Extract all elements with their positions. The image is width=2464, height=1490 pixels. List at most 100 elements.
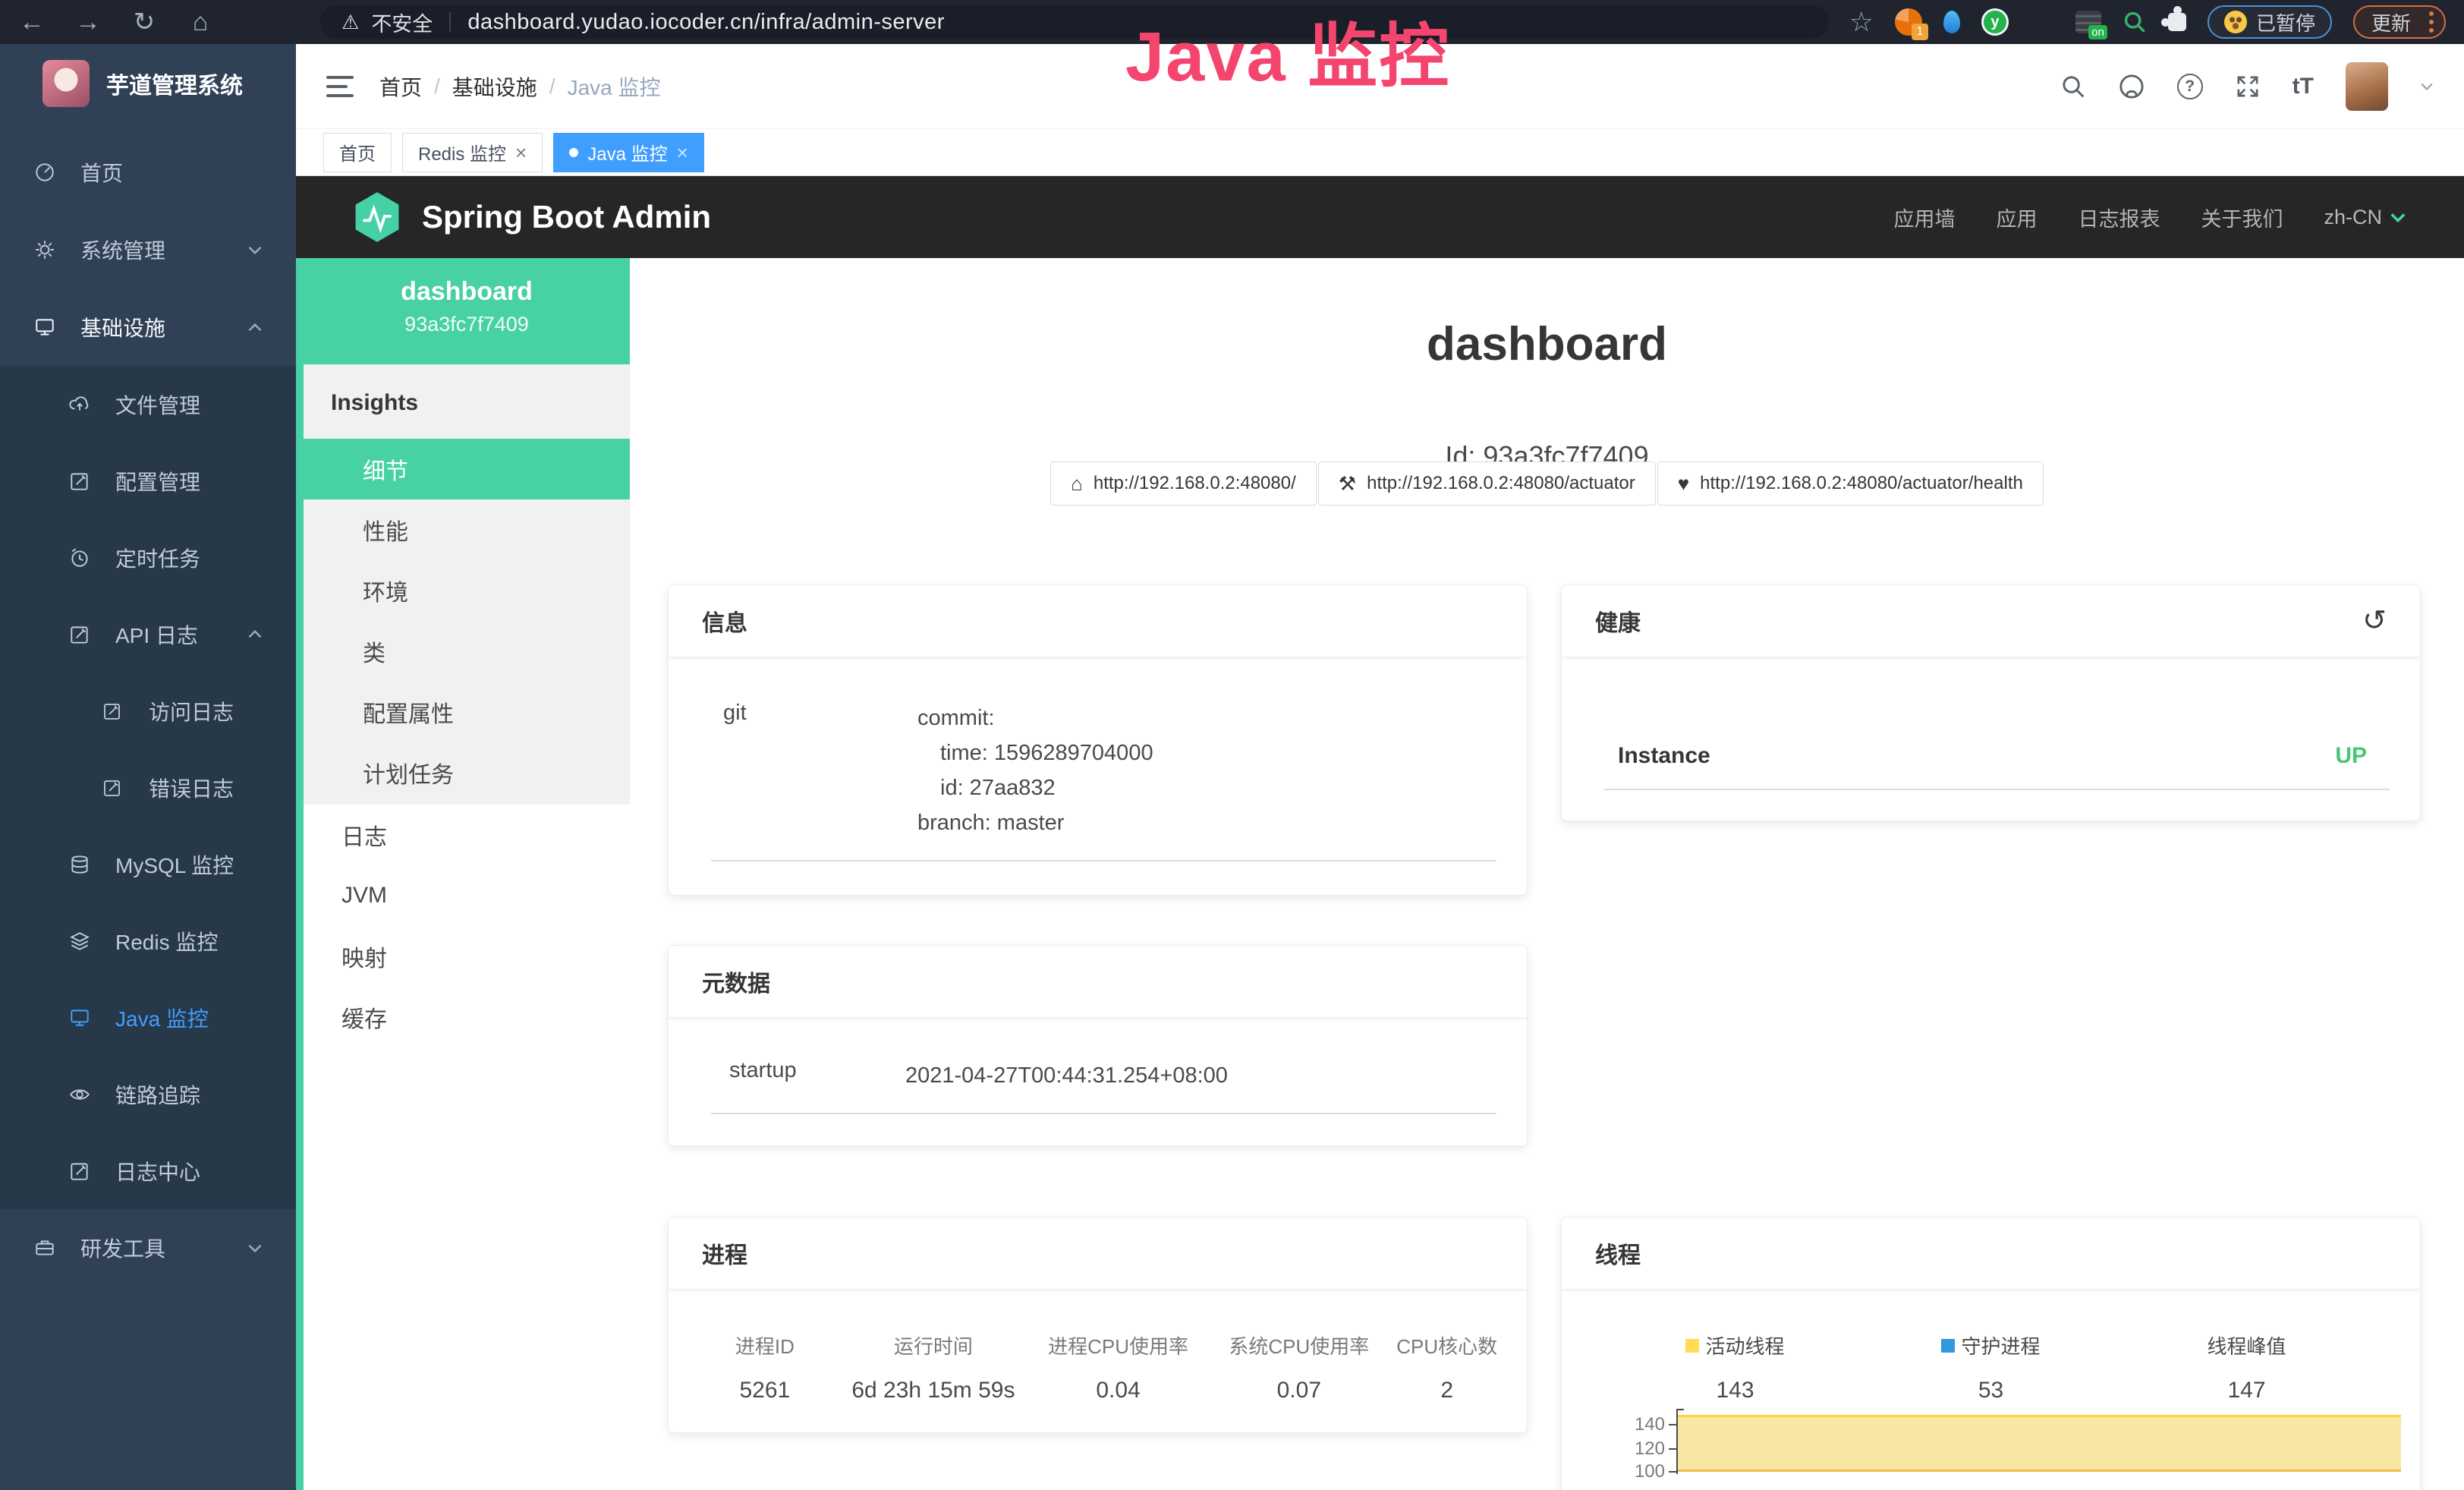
extension-pin-icon[interactable] <box>1943 11 1960 33</box>
forward-icon[interactable]: → <box>74 9 102 35</box>
sba-item-mappings[interactable]: 映射 <box>304 926 630 987</box>
sidebar-item-infrastructure[interactable]: 基础设施 <box>0 288 296 366</box>
layers-icon <box>68 930 96 953</box>
extension-magnifier-icon[interactable] <box>2123 10 2147 34</box>
log-icon <box>102 777 129 799</box>
hamburger-icon[interactable] <box>326 76 354 97</box>
column-header: 进程ID <box>687 1331 843 1359</box>
sidebar-item-scheduled-jobs[interactable]: 定时任务 <box>0 519 296 596</box>
url-text[interactable]: dashboard.yudao.iocoder.cn/infra/admin-s… <box>467 10 945 35</box>
font-size-icon[interactable]: tT <box>2292 74 2314 99</box>
sidebar-item-tracing[interactable]: 链路追踪 <box>0 1056 296 1132</box>
status-badge: UP <box>2335 743 2367 769</box>
process-card: 进程 进程ID 运行时间 进程CPU使用率 系统CPU使用率 CPU核心数 52… <box>668 1217 1528 1433</box>
sidebar-item-redis-monitor[interactable]: Redis 监控 <box>0 903 296 979</box>
sidebar-item-java-monitor[interactable]: Java 监控 <box>0 979 296 1056</box>
sba-item-jvm[interactable]: JVM <box>304 865 630 926</box>
back-icon[interactable]: ← <box>18 9 46 35</box>
paused-profile-chip[interactable]: 已暂停 <box>2208 5 2332 39</box>
heartbeat-icon: ♥ <box>1678 474 1689 493</box>
endpoint-buttons: ⌂ http://192.168.0.2:48080/ ⚒ http://192… <box>630 461 2464 506</box>
tab-java-monitor[interactable]: Java 监控 × <box>553 133 704 172</box>
extensions-puzzle-icon[interactable] <box>2168 13 2186 31</box>
infrastructure-submenu: 文件管理 配置管理 定时任务 <box>0 366 296 1209</box>
cloud-upload-icon <box>68 393 96 416</box>
brand[interactable]: 芋道管理系统 <box>0 44 296 123</box>
sba-title[interactable]: Spring Boot Admin <box>422 199 711 235</box>
git-branch-line: branch: master <box>917 805 1493 840</box>
sba-item-environment[interactable]: 环境 <box>304 560 630 621</box>
sba-item-logs[interactable]: 日志 <box>304 805 630 865</box>
help-icon[interactable]: ? <box>2177 74 2203 99</box>
extension-grid-icon[interactable] <box>2030 10 2054 34</box>
pin-glyph <box>1943 11 1960 33</box>
tab-label: 首页 <box>339 139 376 165</box>
close-icon[interactable]: × <box>677 143 688 162</box>
close-icon[interactable]: × <box>515 143 527 162</box>
extension-on-badge: on <box>2088 25 2107 39</box>
sba-nav-about[interactable]: 关于我们 <box>2201 203 2283 232</box>
tab-redis-monitor[interactable]: Redis 监控 × <box>402 133 543 172</box>
sba-nav-wallboard[interactable]: 应用墙 <box>1893 203 1955 232</box>
sidebar-item-access-logs[interactable]: 访问日志 <box>0 673 296 749</box>
extension-orange-icon[interactable]: 1 <box>1895 8 1922 36</box>
breadcrumb-infrastructure[interactable]: 基础设施 <box>452 71 537 102</box>
sidebar-item-log-center[interactable]: 日志中心 <box>0 1132 296 1209</box>
sidebar-item-dev-tools[interactable]: 研发工具 <box>0 1209 296 1287</box>
admin-sidebar: 芋道管理系统 首页 系统管理 <box>0 44 296 1490</box>
extension-list-icon[interactable]: on <box>2075 11 2101 33</box>
sba-nav-applications[interactable]: 应用 <box>1996 203 2037 232</box>
sba-nav-journal[interactable]: 日志报表 <box>2078 203 2160 232</box>
browser-menu-icon[interactable] <box>2429 11 2434 33</box>
health-card: 健康 ↺ Instance UP <box>1561 584 2421 821</box>
avatar[interactable] <box>2346 62 2388 111</box>
history-icon[interactable]: ↺ <box>2362 606 2387 635</box>
sba-item-scheduled-tasks[interactable]: 计划任务 <box>304 742 630 803</box>
breadcrumb-home[interactable]: 首页 <box>379 71 422 102</box>
chevron-down-icon <box>2390 212 2406 223</box>
tab-home[interactable]: 首页 <box>323 133 392 172</box>
spring-boot-admin-logo[interactable] <box>354 191 401 244</box>
main-column: 首页 / 基础设施 / Java 监控 ? tT <box>296 44 2464 1490</box>
sidebar-item-system[interactable]: 系统管理 <box>0 211 296 288</box>
locale-selector[interactable]: zh-CN <box>2324 206 2406 229</box>
info-git-row: git commit: time: 1596289704000 id: 27aa… <box>669 658 1527 840</box>
sba-item-metrics[interactable]: 性能 <box>304 499 630 560</box>
sba-item-details[interactable]: 细节 <box>304 439 630 499</box>
address-bar[interactable]: ⚠ 不安全 dashboard.yudao.iocoder.cn/infra/a… <box>320 5 1829 39</box>
sidebar-item-home[interactable]: 首页 <box>0 134 296 211</box>
actuator-url-button[interactable]: ⚒ http://192.168.0.2:48080/actuator <box>1318 461 1656 506</box>
sba-item-config-props[interactable]: 配置属性 <box>304 682 630 742</box>
metadata-card: 元数据 startup 2021-04-27T00:44:31.254+08:0… <box>668 945 1528 1146</box>
annotation-text: Java 监控 <box>1125 0 1450 101</box>
extension-y-icon[interactable]: y <box>1981 8 2009 36</box>
legend-value: 53 <box>1863 1378 2119 1403</box>
info-card-title: 信息 <box>669 585 1527 658</box>
health-url-button[interactable]: ♥ http://192.168.0.2:48080/actuator/heal… <box>1657 461 2044 506</box>
sidebar-item-label: 日志中心 <box>115 1156 200 1186</box>
legend-peak: 线程峰值 147 <box>2119 1331 2374 1403</box>
home-icon[interactable]: ⌂ <box>187 9 214 35</box>
git-time-line: time: 1596289704000 <box>917 736 1493 770</box>
search-icon[interactable] <box>2060 74 2086 99</box>
sidebar-item-config-management[interactable]: 配置管理 <box>0 443 296 519</box>
fullscreen-icon[interactable] <box>2235 74 2261 99</box>
health-instance-row[interactable]: Instance UP <box>1562 658 2420 769</box>
bookmark-star-icon[interactable]: ☆ <box>1849 8 1874 36</box>
sidebar-item-error-logs[interactable]: 错误日志 <box>0 749 296 826</box>
insights-group-label: Insights <box>304 364 630 439</box>
dashboard-icon <box>33 161 61 184</box>
sidebar-item-mysql-monitor[interactable]: MySQL 监控 <box>0 826 296 903</box>
chevron-down-icon[interactable] <box>2420 82 2434 91</box>
sidebar-item-api-logs[interactable]: API 日志 <box>0 596 296 673</box>
sidebar-item-file-management[interactable]: 文件管理 <box>0 366 296 443</box>
tab-label: Redis 监控 <box>418 139 506 165</box>
sba-item-classes[interactable]: 类 <box>304 621 630 682</box>
sba-content: dashboard 93a3fc7f7409 Insights 细节 性能 环境… <box>296 258 2464 1490</box>
service-url-button[interactable]: ⌂ http://192.168.0.2:48080/ <box>1050 461 1317 506</box>
security-label[interactable]: 不安全 <box>371 8 433 37</box>
github-icon[interactable] <box>2118 73 2145 100</box>
update-button[interactable]: 更新 <box>2353 5 2446 39</box>
reload-icon[interactable]: ↻ <box>131 9 158 35</box>
sba-item-caches[interactable]: 缓存 <box>304 987 630 1047</box>
